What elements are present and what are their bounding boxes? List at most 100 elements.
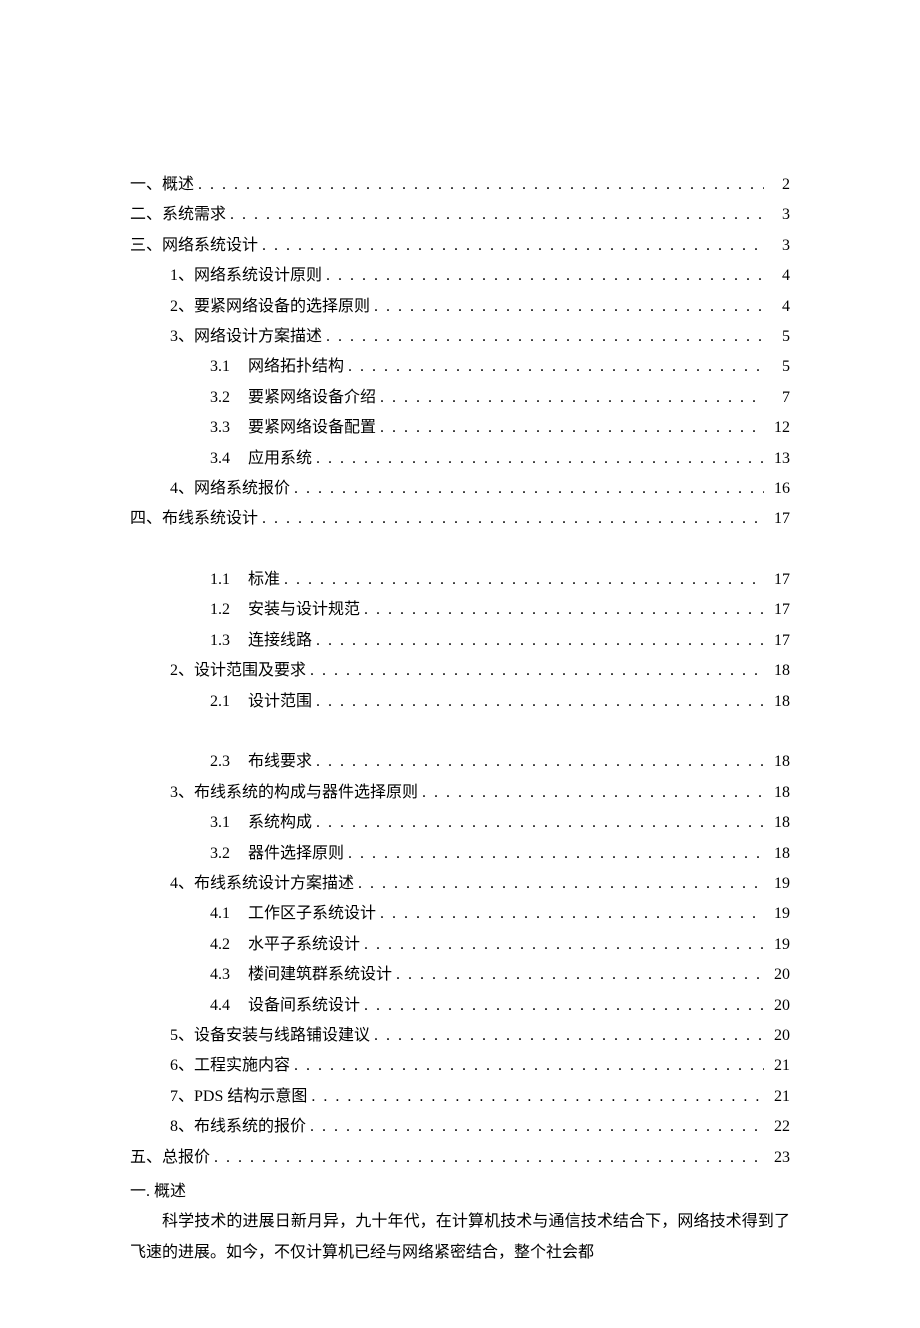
- toc-entry-label: 7、PDS 结构示意图: [170, 1082, 307, 1112]
- toc-dot-leader: [214, 1143, 764, 1173]
- toc-dot-leader: [380, 899, 764, 929]
- toc-entry-page: 5: [768, 352, 790, 382]
- toc-entry: 3.1系统构成18: [130, 808, 790, 838]
- toc-entry-label: 6、工程实施内容: [170, 1051, 290, 1081]
- toc-dot-leader: [380, 383, 764, 413]
- toc-entry: 1.1标准 17: [130, 565, 790, 595]
- toc-dot-leader: [316, 808, 764, 838]
- toc-entry: 2、设计范围及要求18: [130, 656, 790, 686]
- toc-dot-leader: [380, 413, 764, 443]
- body-paragraph: 科学技术的进展日新月异，九十年代，在计算机技术与通信技术结合下，网络技术得到了飞…: [130, 1207, 790, 1268]
- toc-dot-leader: [284, 565, 764, 595]
- toc-entry: 2.3布线要求 18: [130, 747, 790, 777]
- toc-entry-number: 3.2: [210, 383, 248, 413]
- toc-entry-page: 16: [768, 474, 790, 504]
- toc-entry-number: 1.1: [210, 565, 248, 595]
- toc-entry-label: 4.3楼间建筑群系统设计: [210, 960, 392, 990]
- toc-dot-leader: [374, 292, 764, 322]
- toc-blank-line: [130, 535, 790, 565]
- toc-entry-title: 水平子系统设计: [248, 936, 360, 953]
- toc-entry-number: 3.1: [210, 808, 248, 838]
- toc-entry-number: 3.2: [210, 839, 248, 869]
- toc-entry-label: 8、布线系统的报价: [170, 1112, 306, 1142]
- toc-entry-title: 要紧网络设备配置: [248, 419, 376, 436]
- toc-entry-page: 4: [768, 292, 790, 322]
- toc-entry-number: 4.2: [210, 930, 248, 960]
- toc-entry-page: 20: [768, 991, 790, 1021]
- toc-entry-title: 标准: [248, 571, 280, 588]
- document-page: 一、概述2二、系统需求3三、网络系统设计31、网络系统设计原则42、要紧网络设备…: [0, 0, 920, 1328]
- toc-entry-page: 2: [768, 170, 790, 200]
- toc-entry: 6、工程实施内容 21: [130, 1051, 790, 1081]
- toc-entry-label: 1、网络系统设计原则: [170, 261, 322, 291]
- toc-entry-label: 3.4应用系统: [210, 444, 312, 474]
- toc-entry: 3.1网络拓扑结构 5: [130, 352, 790, 382]
- toc-entry: 五、总报价23: [130, 1143, 790, 1173]
- toc-entry-page: 20: [768, 1021, 790, 1051]
- toc-entry-page: 19: [768, 899, 790, 929]
- toc-entry-title: 网络拓扑结构: [248, 358, 344, 375]
- toc-dot-leader: [374, 1021, 764, 1051]
- toc-entry-page: 21: [768, 1051, 790, 1081]
- toc-dot-leader: [198, 170, 764, 200]
- toc-entry-number: 1.2: [210, 595, 248, 625]
- toc-entry-label: 3、布线系统的构成与器件选择原则: [170, 778, 418, 808]
- toc-entry-label: 2.3布线要求: [210, 747, 312, 777]
- toc-entry-label: 3.2要紧网络设备介绍: [210, 383, 376, 413]
- toc-entry-title: 应用系统: [248, 450, 312, 467]
- toc-entry-page: 18: [768, 808, 790, 838]
- toc-entry-title: 设备间系统设计: [248, 997, 360, 1014]
- toc-entry-title: 楼间建筑群系统设计: [248, 966, 392, 983]
- toc-entry: 2.1设计范围18: [130, 687, 790, 717]
- toc-entry-label: 5、设备安装与线路铺设建议: [170, 1021, 370, 1051]
- toc-entry-number: 2.1: [210, 687, 248, 717]
- toc-blank-line: [130, 717, 790, 747]
- toc-dot-leader: [316, 747, 764, 777]
- toc-dot-leader: [364, 991, 764, 1021]
- toc-dot-leader: [358, 869, 764, 899]
- toc-entry-label: 3.1网络拓扑结构: [210, 352, 344, 382]
- toc-dot-leader: [348, 352, 764, 382]
- toc-dot-leader: [364, 930, 764, 960]
- toc-entry-page: 18: [768, 778, 790, 808]
- toc-entry: 4、布线系统设计方案描述 19: [130, 869, 790, 899]
- toc-entry: 3、布线系统的构成与器件选择原则 18: [130, 778, 790, 808]
- toc-entry-number: 4.3: [210, 960, 248, 990]
- toc-entry: 4.1工作区子系统设计19: [130, 899, 790, 929]
- toc-entry-label: 4.4设备间系统设计: [210, 991, 360, 1021]
- toc-entry-page: 23: [768, 1143, 790, 1173]
- toc-entry: 1.3连接线路17: [130, 626, 790, 656]
- toc-entry-page: 21: [768, 1082, 790, 1112]
- toc-entry: 1.2安装与设计规范17: [130, 595, 790, 625]
- toc-entry-title: 连接线路: [248, 632, 312, 649]
- toc-entry-number: 3.4: [210, 444, 248, 474]
- toc-dot-leader: [316, 444, 764, 474]
- toc-entry: 四、布线系统设计17: [130, 504, 790, 534]
- toc-dot-leader: [364, 595, 764, 625]
- toc-dot-leader: [316, 687, 764, 717]
- toc-entry-page: 22: [768, 1112, 790, 1142]
- toc-dot-leader: [262, 504, 764, 534]
- toc-entry: 4.3楼间建筑群系统设计20: [130, 960, 790, 990]
- toc-entry-label: 一、概述: [130, 170, 194, 200]
- toc-entry-page: 12: [768, 413, 790, 443]
- toc-dot-leader: [422, 778, 764, 808]
- table-of-contents: 一、概述2二、系统需求3三、网络系统设计31、网络系统设计原则42、要紧网络设备…: [130, 170, 790, 1173]
- toc-entry-page: 17: [768, 504, 790, 534]
- toc-entry-page: 13: [768, 444, 790, 474]
- toc-entry-label: 4、布线系统设计方案描述: [170, 869, 354, 899]
- toc-entry-page: 5: [768, 322, 790, 352]
- toc-entry-page: 19: [768, 869, 790, 899]
- toc-entry: 1、网络系统设计原则4: [130, 261, 790, 291]
- toc-entry-page: 3: [768, 200, 790, 230]
- toc-entry-page: 17: [768, 565, 790, 595]
- toc-dot-leader: [230, 200, 764, 230]
- toc-entry-page: 18: [768, 747, 790, 777]
- toc-entry-label: 2、要紧网络设备的选择原则: [170, 292, 370, 322]
- toc-entry-label: 4、网络系统报价: [170, 474, 290, 504]
- toc-entry-label: 4.2水平子系统设计: [210, 930, 360, 960]
- toc-entry-label: 3.3要紧网络设备配置: [210, 413, 376, 443]
- toc-entry-page: 18: [768, 839, 790, 869]
- toc-entry-title: 布线要求: [248, 753, 312, 770]
- toc-entry-number: 2.3: [210, 747, 248, 777]
